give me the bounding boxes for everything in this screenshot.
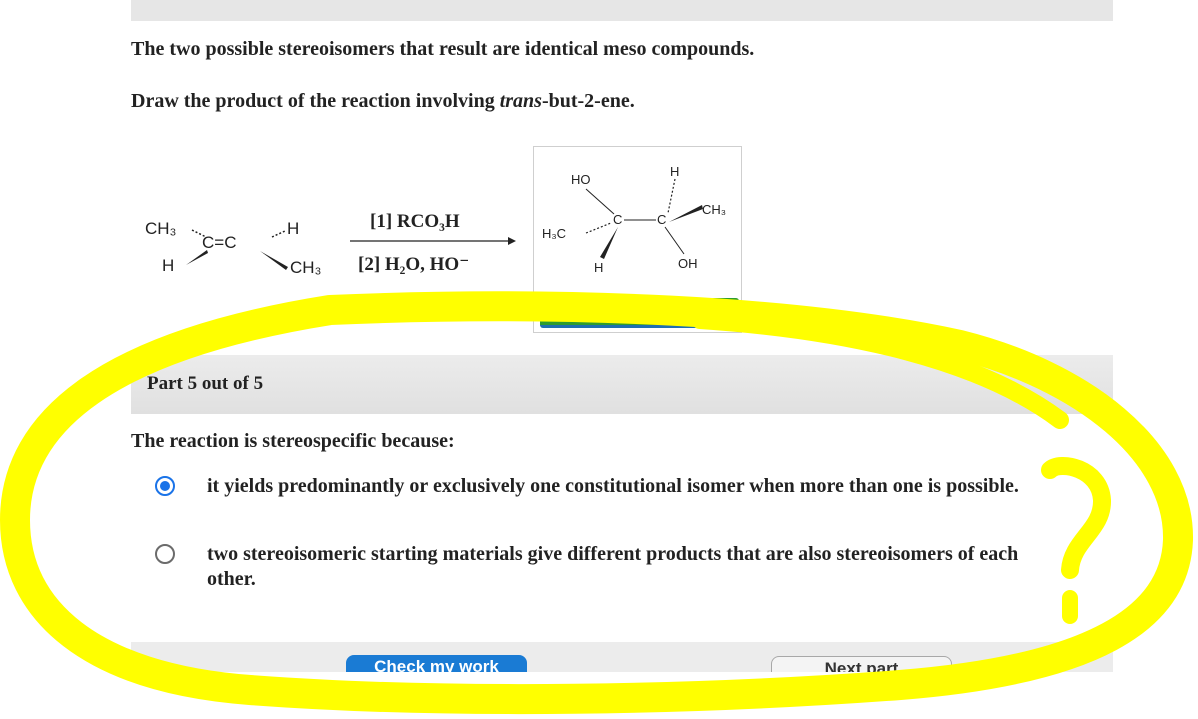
- reactant-h-left: H: [162, 256, 174, 275]
- top-divider-bar: [131, 0, 1113, 21]
- product-h3c: H₃C: [542, 226, 566, 241]
- reaction-scheme: CH₃ C=C H H CH₃ [1] RCO₃H [2] H₂O, HO⁻: [145, 211, 516, 277]
- reagent-step2: [2] H₂O, HO⁻: [358, 254, 469, 275]
- question-text: The reaction is stereospecific because:: [131, 430, 455, 452]
- option-1-radio[interactable]: [155, 476, 175, 496]
- product-c1: C: [613, 212, 622, 227]
- instruction-pre: Draw the product of the reaction involvi…: [131, 90, 500, 112]
- product-h-bottom: H: [594, 260, 603, 275]
- option-1-text[interactable]: it yields predominantly or exclusively o…: [207, 474, 1067, 499]
- reactant-cc: C=C: [202, 233, 236, 252]
- explanation-text: The two possible stereoisomers that resu…: [131, 38, 755, 60]
- page-cutoff: [0, 672, 1198, 719]
- instruction-italic: trans: [499, 90, 542, 112]
- instruction-post: -but-2-ene.: [541, 90, 635, 112]
- option-2-text[interactable]: two stereoisomeric starting materials gi…: [207, 542, 1067, 592]
- reactant-h-right: H: [287, 219, 299, 238]
- part-label: Part 5 out of 5: [147, 373, 264, 394]
- reactant-ch3-right: CH₃: [290, 258, 321, 277]
- product-ho: HO: [571, 172, 591, 187]
- product-ch3: CH₃: [702, 202, 726, 217]
- product-c2: C: [657, 212, 666, 227]
- part-header: Part 5 out of 5: [131, 355, 1113, 414]
- product-oh: OH: [678, 256, 698, 271]
- reactant-ch3-left: CH₃: [145, 219, 176, 238]
- product-h-top: H: [670, 164, 679, 179]
- option-2-radio[interactable]: [155, 544, 175, 564]
- instruction-text: Draw the product of the reaction involvi…: [131, 90, 635, 113]
- reagent-step1: [1] RCO₃H: [370, 211, 460, 232]
- view-structure-button[interactable]: view structure: [540, 298, 739, 328]
- footer-bar: [131, 642, 1113, 672]
